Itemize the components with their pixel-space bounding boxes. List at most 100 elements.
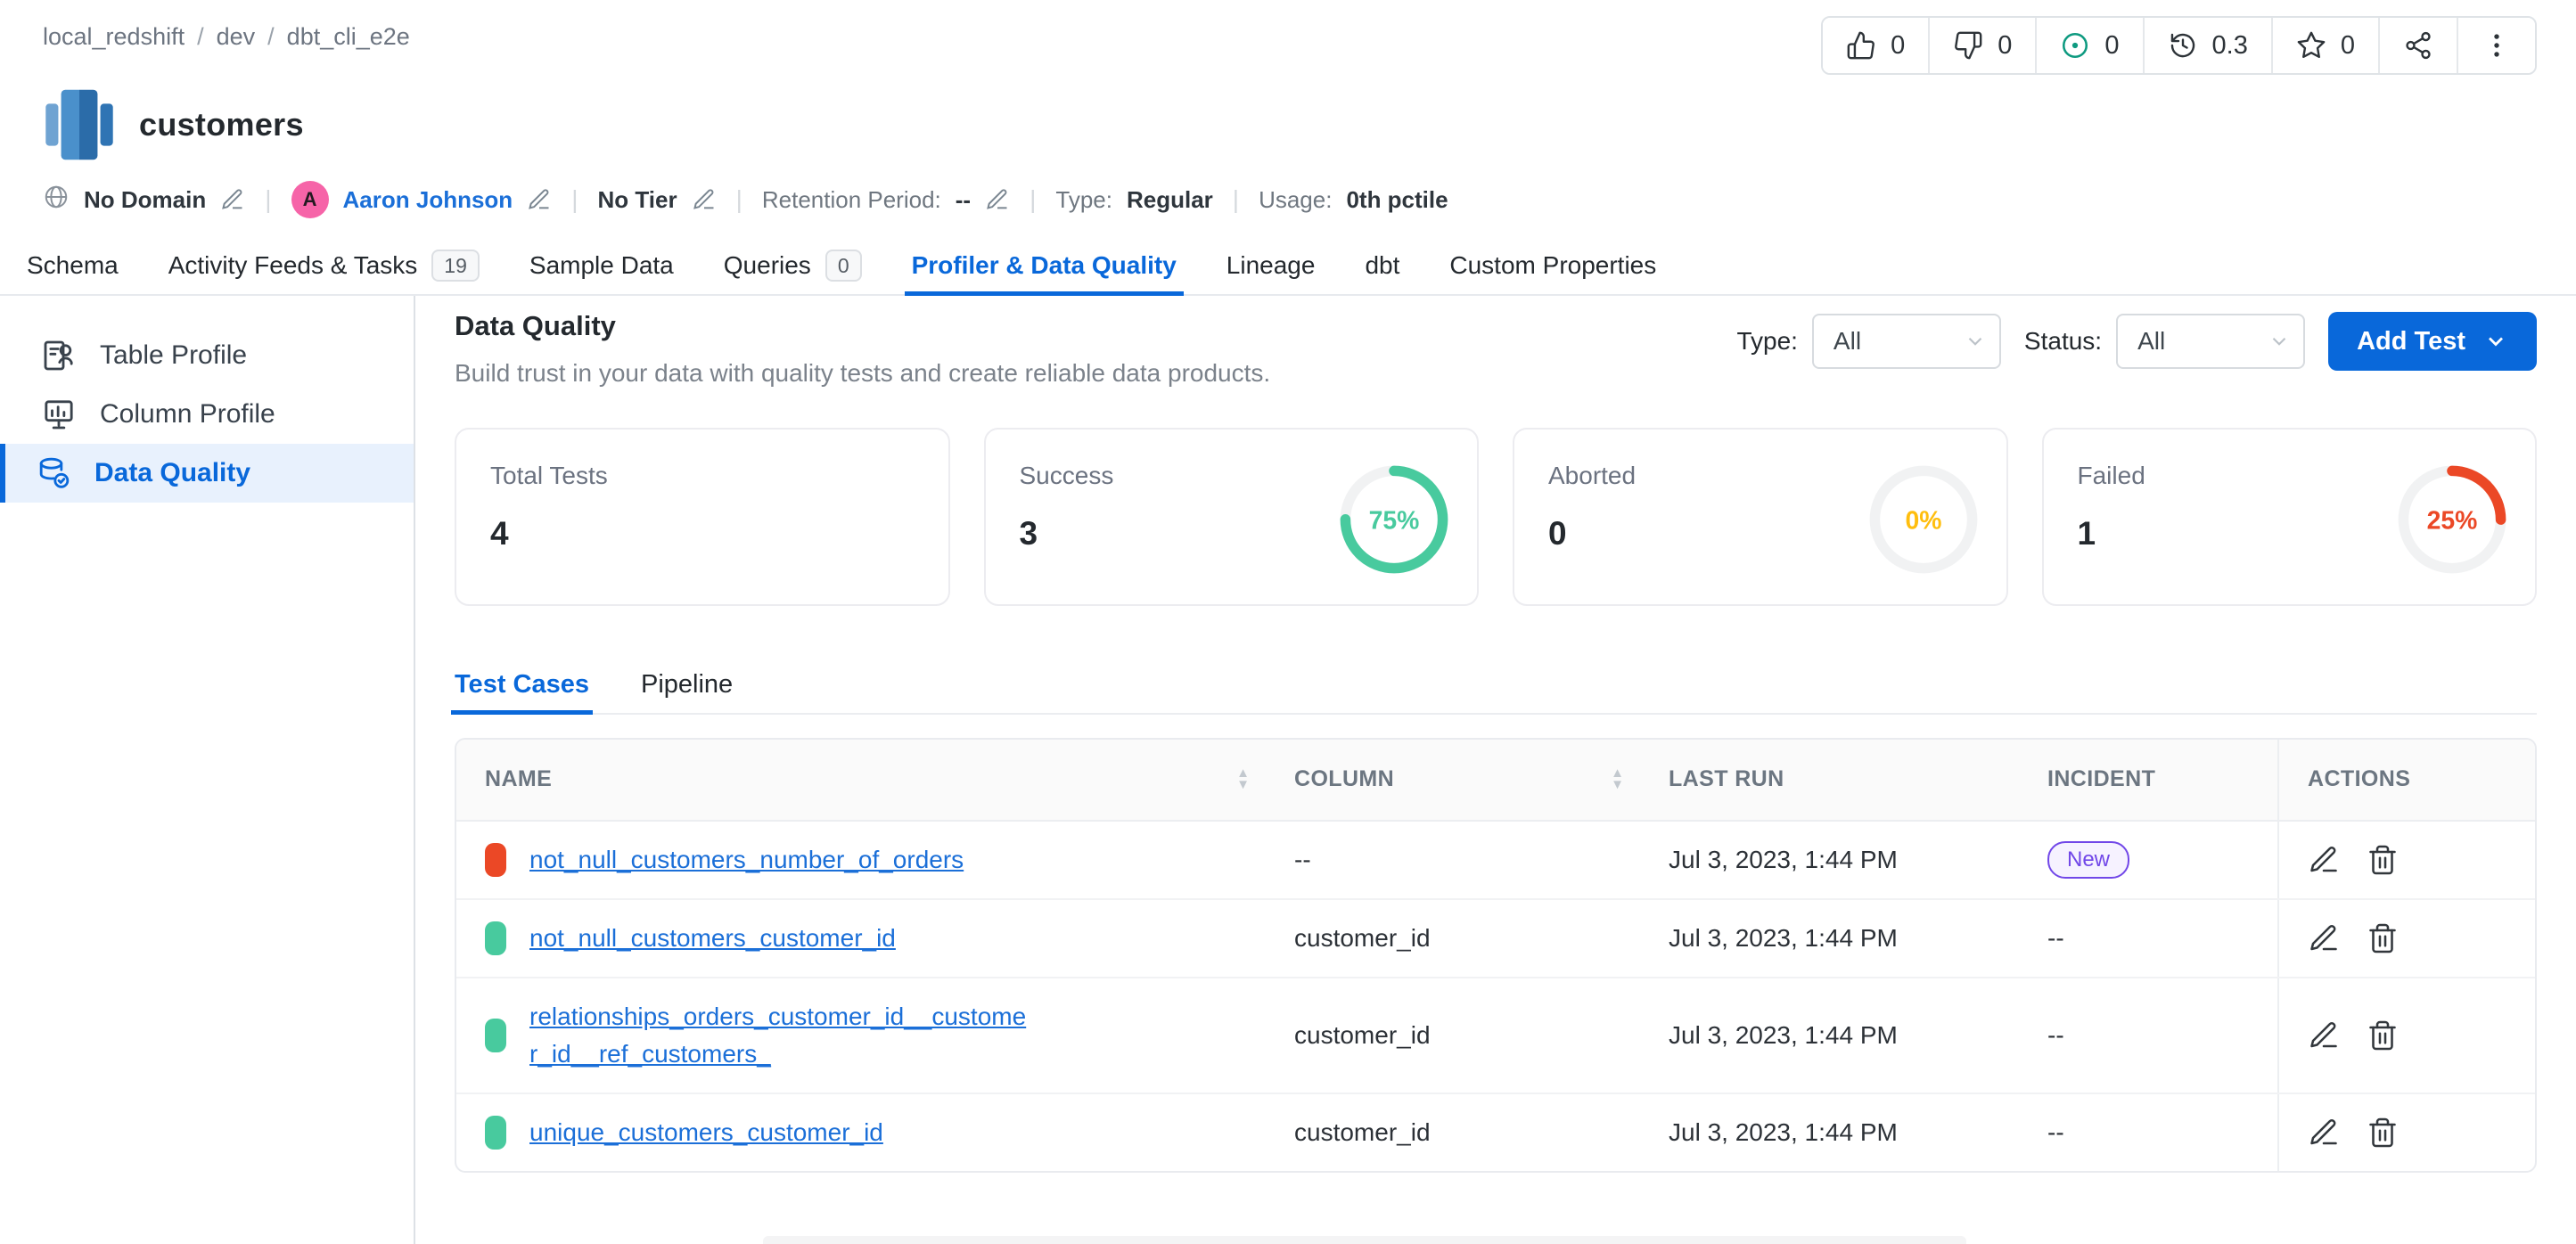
tab-lineage[interactable]: Lineage [1226,237,1316,294]
delete-test-button[interactable] [2367,844,2399,876]
percent-ring: 0% [1867,463,1980,576]
owner-field: A Aaron Johnson [291,181,553,218]
edit-test-button[interactable] [2308,1019,2340,1052]
subtab-test-cases[interactable]: Test Cases [455,656,589,713]
meta-separator: | [265,185,271,214]
meta-separator: | [736,185,742,214]
edit-test-button[interactable] [2308,1117,2340,1149]
name-cell: unique_customers_customer_id [456,1094,1266,1171]
breadcrumb-item-service[interactable]: local_redshift [43,23,185,51]
panel-heading: Data Quality Build trust in your data wi… [455,310,1270,392]
sidebar-item-data-quality[interactable]: Data Quality [0,444,414,503]
column-profile-icon [41,397,77,432]
tab-badge: 0 [825,250,862,282]
incident-cell: -- [2019,1094,2277,1171]
tab-profiler-data-quality[interactable]: Profiler & Data Quality [912,237,1177,294]
tab-activity-feeds-tasks[interactable]: Activity Feeds & Tasks 19 [168,237,480,294]
tier-field: No Tier [597,186,716,214]
tab-dbt[interactable]: dbt [1365,237,1399,294]
delete-test-button[interactable] [2367,1117,2399,1149]
data-quality-panel: Data Quality Build trust in your data wi… [415,296,2576,1244]
type-filter: Type: All [1736,314,2000,369]
breadcrumb-item-schema[interactable]: dbt_cli_e2e [287,23,410,51]
sort-icon[interactable]: ▲▼ [1236,768,1250,791]
share-button[interactable] [2380,18,2458,73]
panel-description: Build trust in your data with quality te… [455,355,1270,392]
entity-tabs: Schema Activity Feeds & Tasks 19 Sample … [0,237,2576,296]
thumbs-down-button[interactable]: 0 [1930,18,2037,73]
sidebar-item-label: Column Profile [100,399,275,430]
column-header-label: LAST RUN [1669,763,1784,797]
task-icon [2060,30,2090,61]
column-header-incident: INCIDENT [2019,740,2277,820]
edit-domain-button[interactable] [220,187,245,212]
test-status-indicator-success [485,921,506,955]
table-row: not_null_customers_number_of_orders -- J… [456,822,2535,901]
summary-card-success: Success 3 75% [984,428,1480,606]
edit-retention-button[interactable] [985,187,1010,212]
edit-test-button[interactable] [2308,922,2340,954]
sidebar-item-column-profile[interactable]: Column Profile [0,385,414,444]
meta-separator: | [571,185,578,214]
status-filter-label: Status: [2024,327,2102,356]
thumbs-up-count: 0 [1891,31,1905,61]
edit-owner-button[interactable] [527,187,552,212]
tab-custom-properties[interactable]: Custom Properties [1449,237,1656,294]
test-subtabs: Test Cases Pipeline [455,656,2537,715]
type-filter-select[interactable]: All [1812,314,2001,369]
column-header-label: NAME [485,763,552,797]
breadcrumb-item-database[interactable]: dev [217,23,256,51]
star-button[interactable]: 0 [2273,18,2380,73]
test-case-link[interactable]: not_null_customers_number_of_orders [529,841,964,879]
delete-test-button[interactable] [2367,922,2399,954]
meta-separator: | [1030,185,1036,214]
version-history-button[interactable]: 0.3 [2145,18,2273,73]
status-filter-select[interactable]: All [2116,314,2305,369]
kebab-menu-button[interactable] [2458,18,2535,73]
summary-card-failed: Failed 1 25% [2042,428,2538,606]
meta-separator: | [1233,185,1239,214]
type-filter-label: Type: [1736,327,1797,356]
owner-link[interactable]: Aaron Johnson [343,186,513,214]
task-button[interactable]: 0 [2037,18,2144,73]
test-case-link[interactable]: not_null_customers_customer_id [529,920,896,957]
column-cell: customer_id [1266,1094,1640,1171]
column-cell: customer_id [1266,900,1640,977]
delete-test-button[interactable] [2367,1019,2399,1052]
card-label: Total Tests [490,462,915,490]
sort-icon[interactable]: ▲▼ [1611,768,1624,791]
page-title: customers [139,106,304,143]
tab-schema[interactable]: Schema [27,237,119,294]
add-test-button[interactable]: Add Test [2328,312,2537,371]
incident-status-badge[interactable]: New [2047,841,2129,880]
tab-label: dbt [1365,251,1399,280]
kebab-menu-icon [2482,30,2512,61]
status-filter-value: All [2118,327,2165,356]
delete-icon [2367,1117,2399,1149]
breadcrumb-separator: / [267,23,275,51]
tab-label: Profiler & Data Quality [912,251,1177,280]
tab-label: Queries [724,251,811,280]
column-header-column[interactable]: COLUMN ▲▼ [1266,740,1640,820]
column-header-name[interactable]: NAME ▲▼ [456,740,1266,820]
star-count: 0 [2341,31,2355,61]
test-case-link[interactable]: relationships_orders_customer_id__custom… [529,998,1029,1073]
sidebar-item-table-profile[interactable]: Table Profile [0,326,414,385]
subtab-pipeline[interactable]: Pipeline [641,656,733,713]
column-cell: customer_id [1266,978,1640,1093]
edit-test-button[interactable] [2308,844,2340,876]
summary-card-total-tests: Total Tests 4 [455,428,950,606]
edit-tier-button[interactable] [692,187,717,212]
tab-queries[interactable]: Queries 0 [724,237,862,294]
delete-icon [2367,1019,2399,1052]
sidebar-item-label: Data Quality [94,458,250,488]
tab-badge: 19 [431,250,480,282]
data-quality-icon [36,455,71,491]
column-cell: -- [1266,822,1640,899]
star-icon [2296,30,2326,61]
tab-sample-data[interactable]: Sample Data [529,237,674,294]
share-icon [2403,30,2433,61]
thumbs-up-button[interactable]: 0 [1823,18,1930,73]
test-case-link[interactable]: unique_customers_customer_id [529,1114,883,1151]
column-header-actions: ACTIONS [2277,740,2535,820]
